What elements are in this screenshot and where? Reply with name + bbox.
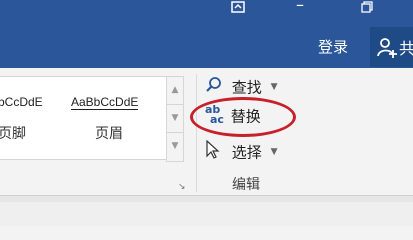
style-name-header[interactable]: 页眉 <box>95 123 123 143</box>
account-bar: 登录 共 <box>0 22 413 68</box>
add-person-icon <box>377 38 397 58</box>
maximize-icon[interactable] <box>361 0 373 18</box>
chevron-down-icon: ▼ <box>270 147 278 157</box>
highlight-ring <box>190 97 296 137</box>
share-button[interactable]: 共 <box>370 27 413 67</box>
restore-window-icon[interactable] <box>231 0 245 18</box>
title-bar: – <box>0 0 413 22</box>
document-area <box>0 195 413 226</box>
editing-group-label: 编辑 <box>232 177 260 193</box>
chevron-down-icon: ▼ <box>270 82 278 92</box>
style-name-footer[interactable]: 页脚 <box>0 123 26 143</box>
style-sample-footer[interactable]: bCcDdE <box>0 95 43 109</box>
search-icon <box>205 76 227 98</box>
select-label: 选择 <box>231 143 262 162</box>
styles-gallery: bCcDdE 页脚 AaBbCcDdE 页眉 <box>0 76 167 160</box>
more-styles-icon[interactable]: ▼ <box>167 133 183 160</box>
page-edge <box>0 202 413 226</box>
cursor-arrow-icon <box>205 139 227 164</box>
styles-gallery-scroll: ▲ ▼ ▼ <box>166 76 184 162</box>
find-button[interactable]: 查找 ▼ <box>205 76 278 98</box>
find-label: 查找 <box>231 78 262 97</box>
scroll-up-icon[interactable]: ▲ <box>167 77 183 105</box>
login-button[interactable]: 登录 <box>318 36 348 57</box>
scroll-down-icon[interactable]: ▼ <box>167 105 183 133</box>
dialog-launcher-icon[interactable]: ↘ <box>178 182 186 192</box>
group-divider <box>196 74 197 192</box>
share-label: 共 <box>399 39 413 58</box>
minimize-icon[interactable]: – <box>296 0 304 14</box>
select-button[interactable]: 选择 ▼ <box>205 139 278 164</box>
style-sample-header[interactable]: AaBbCcDdE <box>71 95 139 110</box>
